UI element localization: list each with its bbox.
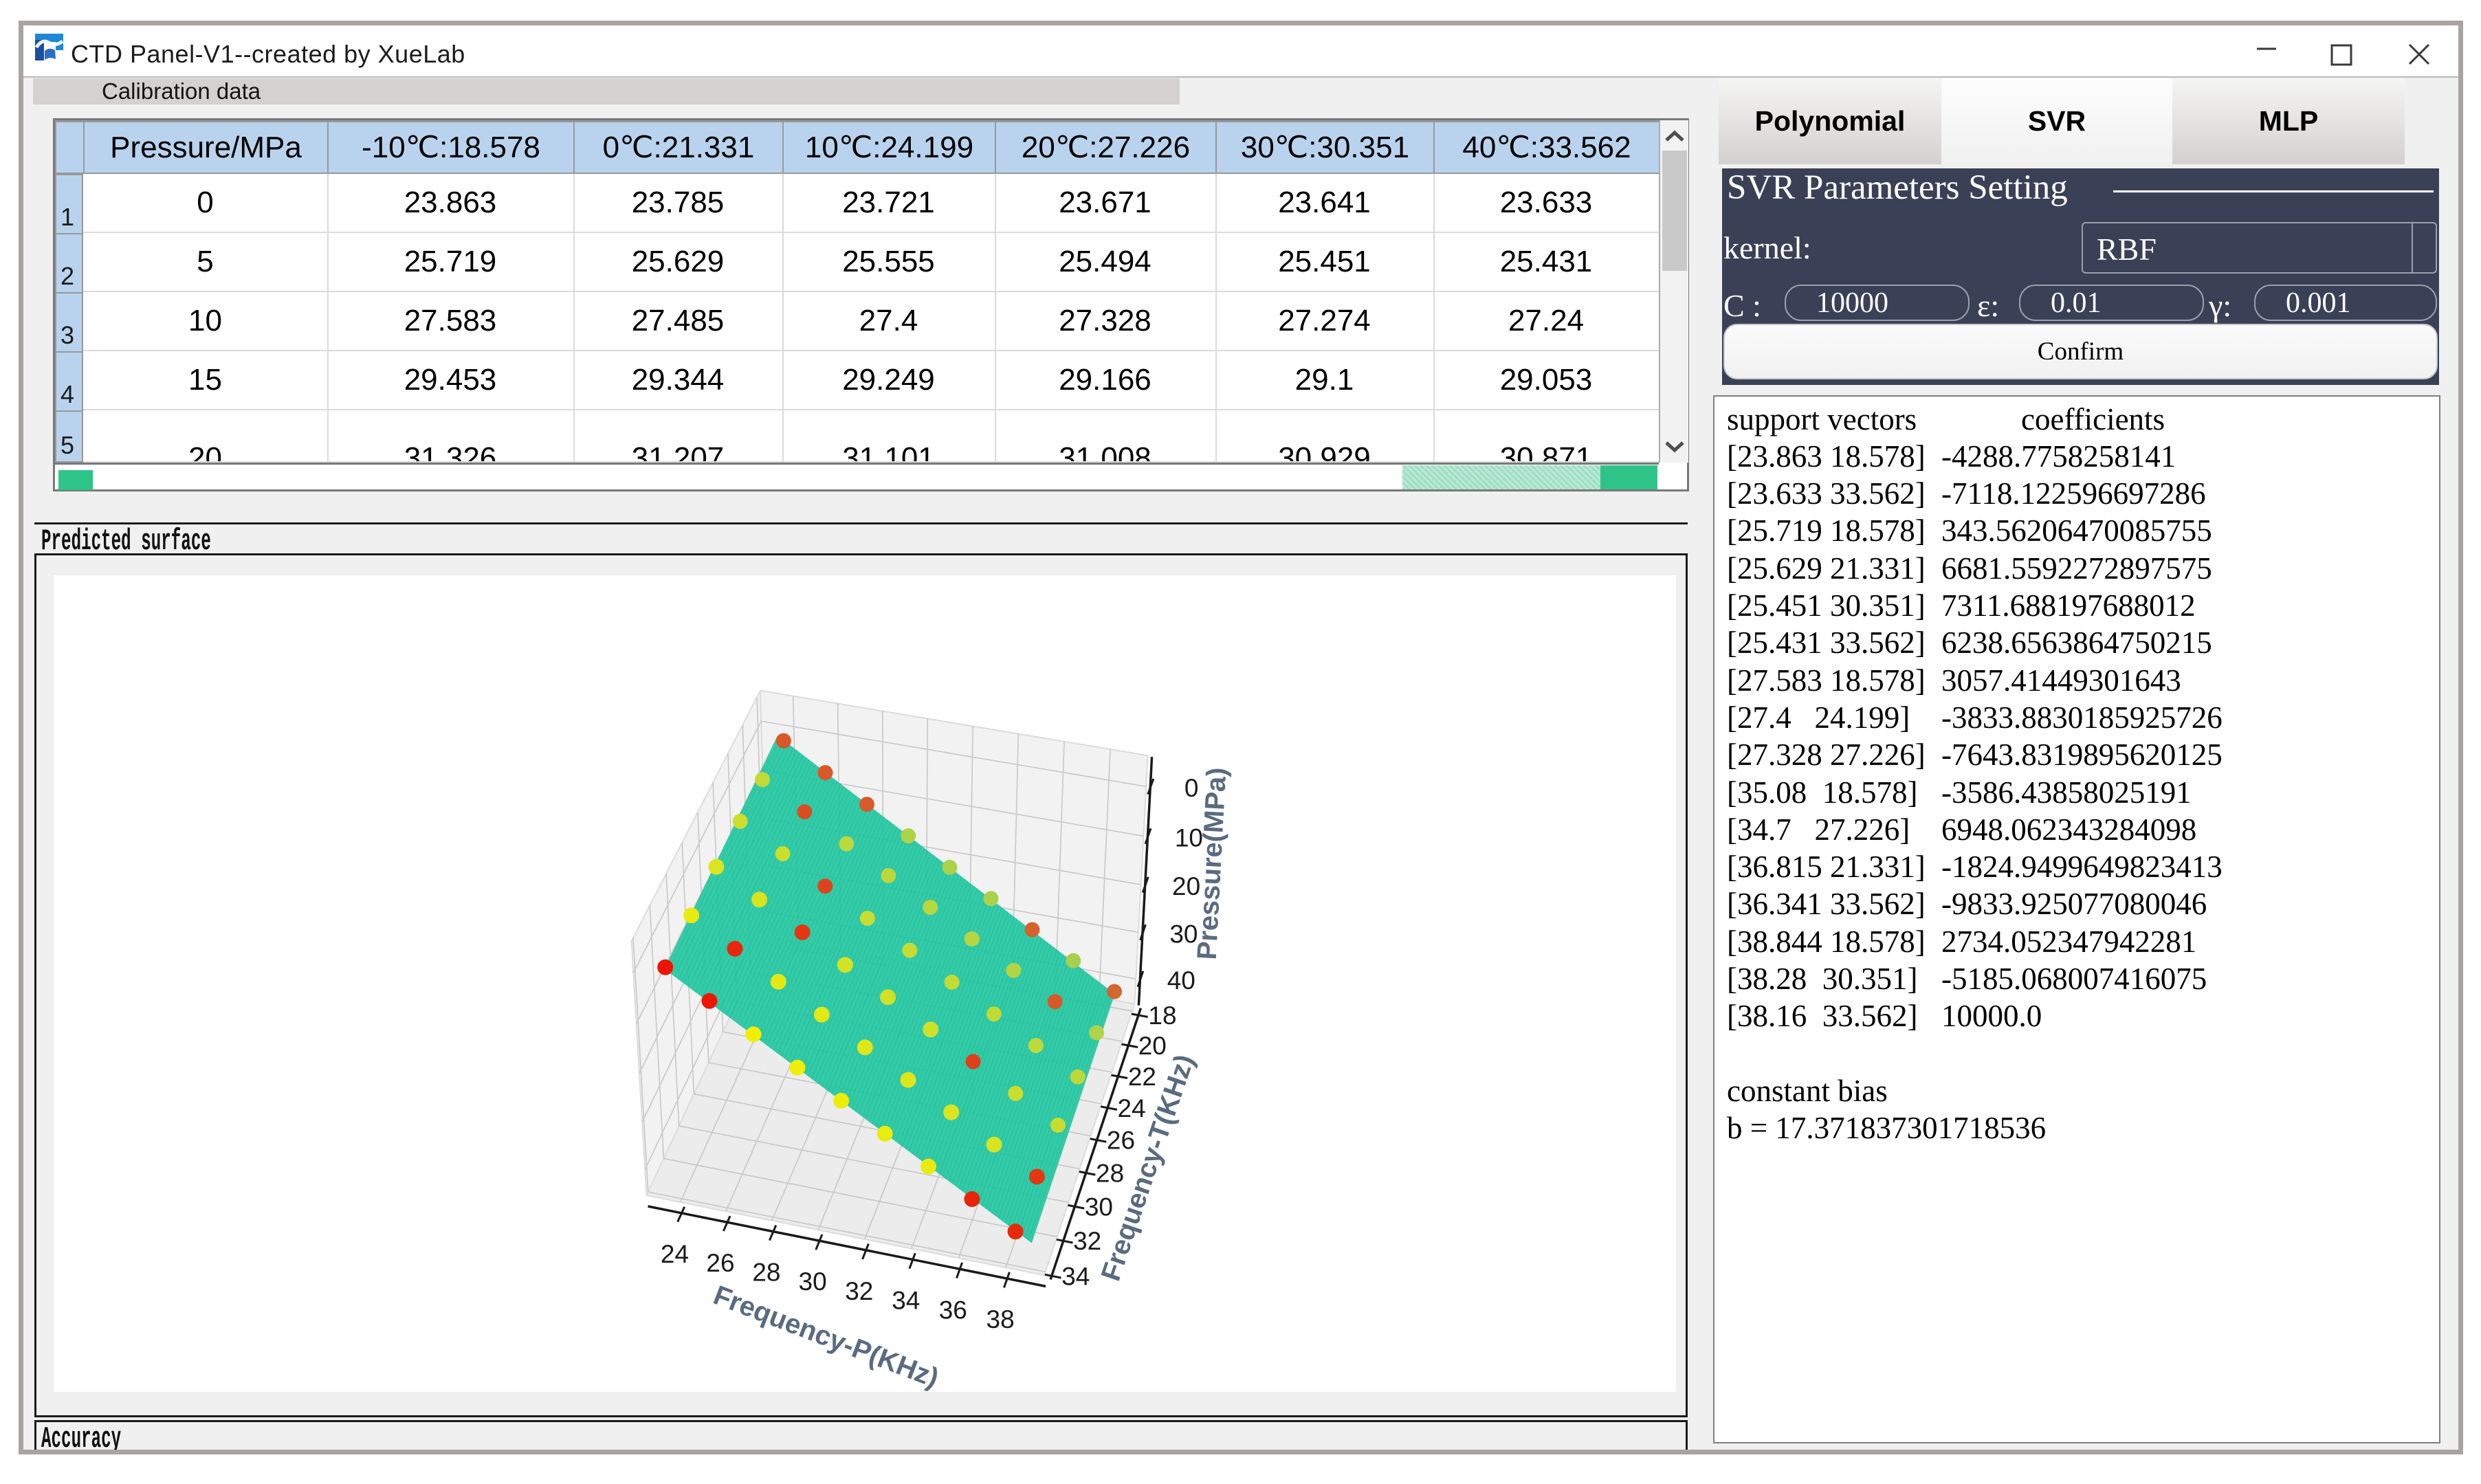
svg-text:26: 26 [1107,1127,1135,1155]
svg-text:40: 40 [1167,966,1195,995]
svg-text:36: 36 [939,1296,967,1324]
svg-text:32: 32 [1073,1227,1101,1255]
svg-text:28: 28 [1096,1159,1124,1187]
svg-text:24: 24 [661,1240,689,1268]
svg-text:26: 26 [706,1249,734,1277]
svg-text:20: 20 [1138,1032,1167,1060]
svg-text:18: 18 [1148,1001,1176,1030]
svg-text:24: 24 [1118,1094,1146,1122]
svg-text:34: 34 [892,1287,920,1315]
svg-text:30: 30 [1085,1193,1113,1221]
svg-text:30: 30 [799,1267,827,1296]
svg-text:28: 28 [752,1259,780,1287]
svg-text:38: 38 [986,1305,1015,1333]
svg-text:34: 34 [1061,1262,1090,1290]
svg-text:22: 22 [1128,1063,1156,1091]
svg-text:0: 0 [1184,774,1199,802]
svg-text:32: 32 [845,1277,873,1305]
